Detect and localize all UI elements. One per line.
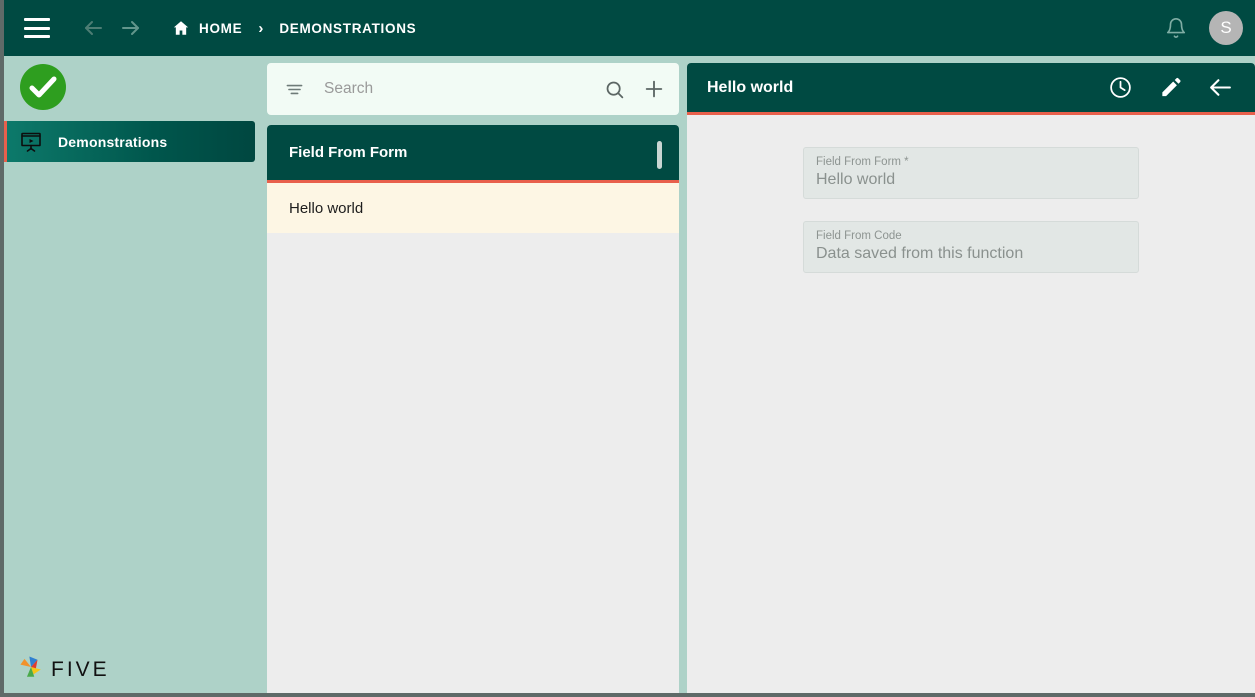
table-footer: Total Rows: 1 [267, 693, 679, 697]
table-row[interactable]: Hello world [267, 183, 679, 233]
home-icon [172, 19, 190, 37]
breadcrumb-home-label: HOME [199, 20, 243, 36]
sidebar-menu: Demonstrations [4, 121, 263, 162]
breadcrumb: HOME › DEMONSTRATIONS [172, 19, 416, 37]
detail-panel-header: Hello world [687, 63, 1255, 115]
detail-title: Hello world [707, 78, 794, 96]
app-window: HOME › DEMONSTRATIONS S Demonstrations F… [0, 0, 1255, 697]
search-bar [267, 63, 679, 115]
column-header-field-from-form[interactable]: Field From Form [289, 144, 407, 161]
detail-form: Field From Form * Hello world Field From… [687, 115, 1255, 295]
nav-forward-icon[interactable] [114, 11, 148, 45]
history-icon[interactable] [1108, 75, 1133, 100]
sidebar-item-demonstrations[interactable]: Demonstrations [4, 121, 255, 162]
detail-panel: Hello world Field From Form * Hello worl… [687, 63, 1255, 693]
back-arrow-icon[interactable] [1208, 75, 1233, 100]
five-wordmark: FIVE [51, 657, 110, 681]
detail-action-group [1082, 75, 1233, 100]
field-from-code-input[interactable]: Field From Code Data saved from this fun… [803, 221, 1139, 273]
nav-back-icon[interactable] [76, 11, 110, 45]
hamburger-menu-icon[interactable] [24, 18, 50, 38]
presentation-icon [18, 129, 44, 155]
avatar-initial: S [1220, 18, 1232, 37]
field-from-form-input[interactable]: Field From Form * Hello world [803, 147, 1139, 199]
list-panel: Field From Form Hello world Total Rows: … [267, 63, 679, 693]
breadcrumb-item-demonstrations[interactable]: DEMONSTRATIONS [279, 21, 416, 36]
field-from-form-value: Hello world [816, 171, 896, 188]
table-empty-area [267, 233, 679, 688]
vertical-scrollbar-thumb[interactable] [657, 141, 662, 169]
breadcrumb-separator: › [258, 19, 264, 37]
breadcrumb-current-label: DEMONSTRATIONS [279, 20, 417, 36]
notifications-bell-icon[interactable] [1165, 17, 1187, 39]
top-navigation-bar: HOME › DEMONSTRATIONS S [4, 0, 1255, 56]
check-circle-icon [18, 62, 68, 112]
left-sidebar: Demonstrations FIVE [4, 56, 263, 693]
table-header-row: Field From Form [267, 125, 679, 183]
user-avatar[interactable]: S [1209, 11, 1243, 45]
field-from-form-label: Field From Form * [816, 156, 909, 168]
records-table: Field From Form Hello world [267, 125, 679, 693]
filter-icon[interactable] [285, 80, 304, 99]
five-pinwheel-logo [18, 654, 44, 685]
field-from-code-label: Field From Code [816, 230, 902, 242]
breadcrumb-item-home[interactable]: HOME [172, 19, 242, 37]
topbar-right-group: S [1165, 11, 1243, 45]
field-from-code-value: Data saved from this function [816, 245, 1024, 262]
edit-pencil-icon[interactable] [1159, 76, 1182, 99]
search-icon[interactable] [604, 79, 625, 100]
sidebar-item-label: Demonstrations [58, 133, 168, 150]
search-input[interactable] [322, 79, 604, 99]
cell-field-from-form: Hello world [289, 199, 364, 217]
add-record-plus-icon[interactable] [643, 78, 665, 100]
five-brand-logo: FIVE [18, 654, 110, 685]
